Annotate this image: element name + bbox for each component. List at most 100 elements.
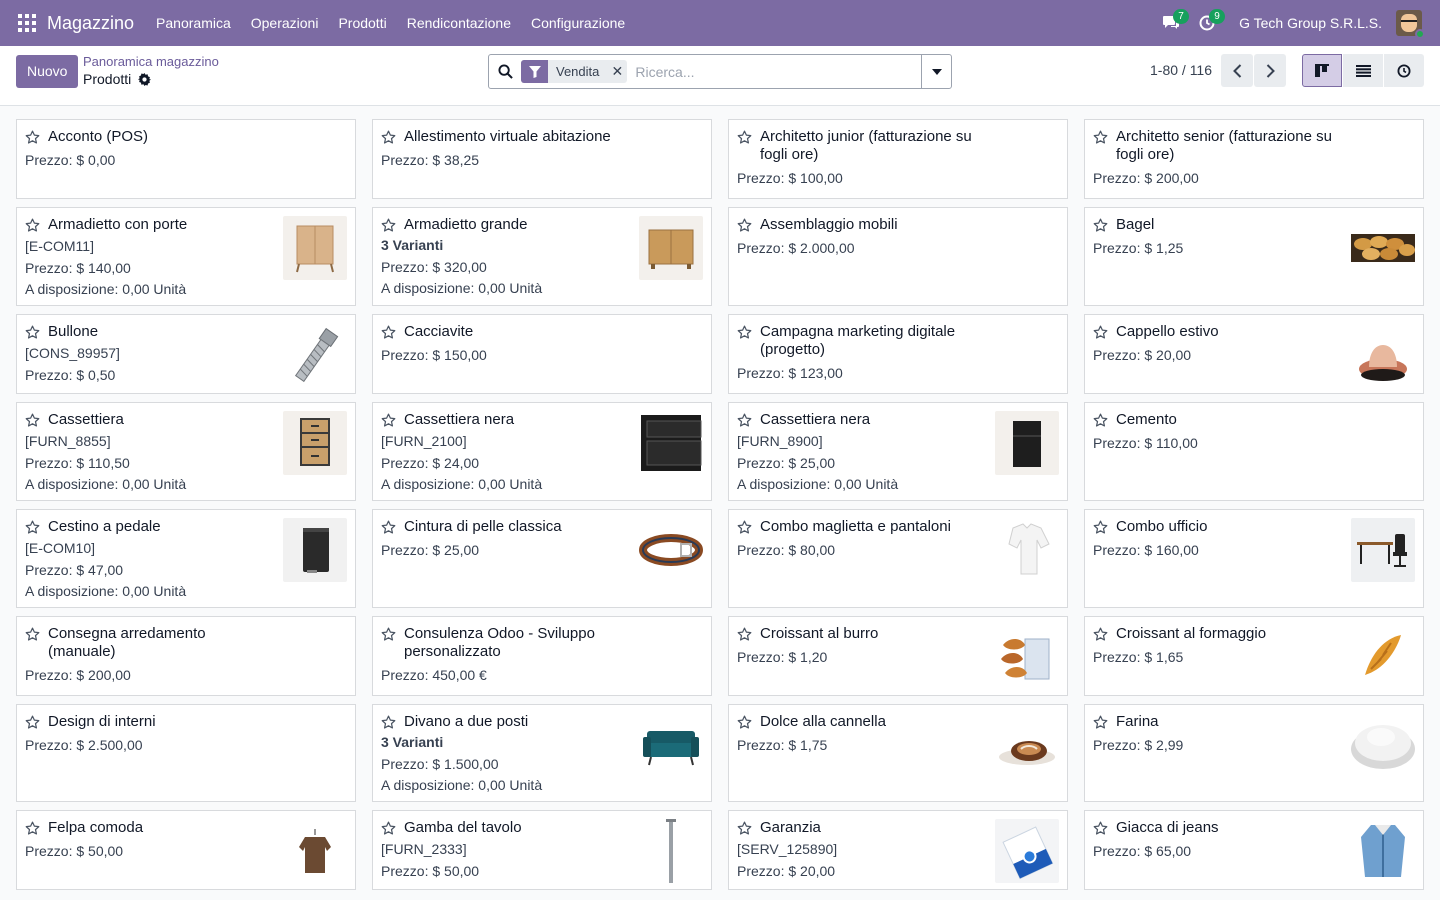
- product-card[interactable]: Armadietto con porte [E-COM11] Prezzo: $ 1…: [16, 207, 356, 306]
- product-image: [283, 411, 347, 475]
- search-options-toggle[interactable]: [921, 55, 951, 88]
- favorite-star-icon[interactable]: [737, 520, 752, 535]
- favorite-star-icon[interactable]: [381, 520, 396, 535]
- product-card[interactable]: Acconto (POS) Prezzo: $ 0,00: [16, 119, 356, 199]
- product-card[interactable]: Cassettiera [FURN_8855] Prezzo: $ 110,50 A …: [16, 402, 356, 501]
- product-card[interactable]: Assemblaggio mobili Prezzo: $ 2.000,00: [728, 207, 1068, 306]
- activity-view-button[interactable]: [1384, 54, 1424, 87]
- product-name: Campagna marketing digitale (progetto): [760, 323, 956, 358]
- favorite-star-icon[interactable]: [25, 325, 40, 340]
- product-availability: A disposizione: 0,00 Unità: [737, 476, 899, 492]
- product-card[interactable]: Consegna arredamento (manuale) Prezzo: $ …: [16, 616, 356, 696]
- kanban-view-button[interactable]: [1302, 54, 1342, 87]
- product-name: Architetto junior (fatturazione su fogli…: [760, 128, 972, 163]
- product-card[interactable]: Dolce alla cannella Prezzo: $ 1,75: [728, 704, 1068, 802]
- activities-count-badge: 9: [1209, 9, 1226, 24]
- product-card[interactable]: Architetto senior (fatturazione su fogli…: [1084, 119, 1424, 199]
- company-switcher[interactable]: G Tech Group S.R.L.S.: [1239, 15, 1382, 31]
- product-image: [639, 411, 703, 475]
- search-icon[interactable]: [489, 55, 521, 88]
- product-card[interactable]: Cacciavite Prezzo: $ 150,00: [372, 314, 712, 394]
- favorite-star-icon[interactable]: [381, 413, 396, 428]
- product-card[interactable]: Cappello estivo Prezzo: $ 20,00: [1084, 314, 1424, 394]
- facet-remove-icon[interactable]: ✕: [607, 60, 627, 83]
- favorite-star-icon[interactable]: [25, 715, 40, 730]
- favorite-star-icon[interactable]: [737, 325, 752, 340]
- search-input[interactable]: [635, 63, 921, 80]
- pager-value[interactable]: 1-80 / 116: [1150, 62, 1212, 78]
- favorite-star-icon[interactable]: [25, 130, 40, 145]
- product-card[interactable]: Cassettiera nera [FURN_2100] Prezzo: $ 24,…: [372, 402, 712, 501]
- favorite-star-icon[interactable]: [1093, 325, 1108, 340]
- favorite-star-icon[interactable]: [381, 218, 396, 233]
- product-card[interactable]: Farina Prezzo: $ 2,99: [1084, 704, 1424, 802]
- new-button[interactable]: Nuovo: [16, 55, 79, 88]
- favorite-star-icon[interactable]: [1093, 413, 1108, 428]
- favorite-star-icon[interactable]: [737, 130, 752, 145]
- favorite-star-icon[interactable]: [1093, 130, 1108, 145]
- product-card[interactable]: Design di interni Prezzo: $ 2.500,00: [16, 704, 356, 802]
- favorite-star-icon[interactable]: [737, 413, 752, 428]
- favorite-star-icon[interactable]: [737, 715, 752, 730]
- breadcrumb-parent-link[interactable]: Panoramica magazzino: [83, 54, 219, 69]
- product-card[interactable]: Felpa comoda Prezzo: $ 50,00: [16, 810, 356, 890]
- favorite-star-icon[interactable]: [1093, 715, 1108, 730]
- product-card[interactable]: Combo maglietta e pantaloni Prezzo: $ 80,…: [728, 509, 1068, 608]
- product-price: Prezzo: $ 100,00: [737, 170, 843, 186]
- favorite-star-icon[interactable]: [381, 821, 396, 836]
- menu-panoramica[interactable]: Panoramica: [146, 0, 241, 46]
- product-card[interactable]: Gamba del tavolo [FURN_2333] Prezzo: $ 50,…: [372, 810, 712, 890]
- favorite-star-icon[interactable]: [737, 821, 752, 836]
- favorite-star-icon[interactable]: [25, 520, 40, 535]
- product-card[interactable]: Armadietto grande 3 Varianti Prezzo: $ 320…: [372, 207, 712, 306]
- product-name: Architetto senior (fatturazione su fogli…: [1116, 128, 1332, 163]
- app-brand[interactable]: Magazzino: [47, 13, 134, 34]
- product-card[interactable]: Cintura di pelle classica Prezzo: $ 25,00: [372, 509, 712, 608]
- product-card[interactable]: Campagna marketing digitale (progetto) Pr…: [728, 314, 1068, 394]
- product-card[interactable]: Bullone [CONS_89957] Prezzo: $ 0,50: [16, 314, 356, 394]
- favorite-star-icon[interactable]: [381, 130, 396, 145]
- favorite-star-icon[interactable]: [381, 715, 396, 730]
- product-card[interactable]: Croissant al burro Prezzo: $ 1,20: [728, 616, 1068, 696]
- product-card[interactable]: Cestino a pedale [E-COM10] Prezzo: $ 47,00…: [16, 509, 356, 608]
- favorite-star-icon[interactable]: [381, 627, 396, 642]
- product-name: Bagel: [1116, 216, 1155, 233]
- gear-icon[interactable]: [138, 72, 152, 86]
- favorite-star-icon[interactable]: [25, 413, 40, 428]
- product-card[interactable]: Allestimento virtuale abitazione Prezzo: …: [372, 119, 712, 199]
- menu-prodotti[interactable]: Prodotti: [328, 0, 396, 46]
- favorite-star-icon[interactable]: [25, 218, 40, 233]
- product-name: Allestimento virtuale abitazione: [404, 128, 611, 145]
- product-card[interactable]: Combo ufficio Prezzo: $ 160,00: [1084, 509, 1424, 608]
- product-card[interactable]: Architetto junior (fatturazione su fogli…: [728, 119, 1068, 199]
- favorite-star-icon[interactable]: [1093, 821, 1108, 836]
- menu-rendicontazione[interactable]: Rendicontazione: [397, 0, 521, 46]
- favorite-star-icon[interactable]: [25, 821, 40, 836]
- favorite-star-icon[interactable]: [1093, 218, 1108, 233]
- product-card[interactable]: Divano a due posti 3 Varianti Prezzo: $ 1.…: [372, 704, 712, 802]
- menu-operazioni[interactable]: Operazioni: [241, 0, 329, 46]
- product-card[interactable]: Cemento Prezzo: $ 110,00: [1084, 402, 1424, 501]
- favorite-star-icon[interactable]: [1093, 627, 1108, 642]
- list-view-button[interactable]: [1343, 54, 1383, 87]
- favorite-star-icon[interactable]: [381, 325, 396, 340]
- product-card[interactable]: Cassettiera nera [FURN_8900] Prezzo: $ 25,…: [728, 402, 1068, 501]
- menu-configurazione[interactable]: Configurazione: [521, 0, 635, 46]
- favorite-star-icon[interactable]: [1093, 520, 1108, 535]
- favorite-star-icon[interactable]: [737, 218, 752, 233]
- product-card[interactable]: Croissant al formaggio Prezzo: $ 1,65: [1084, 616, 1424, 696]
- messages-button[interactable]: 7: [1153, 0, 1190, 46]
- pager-next-button[interactable]: [1254, 54, 1286, 87]
- product-card[interactable]: Bagel Prezzo: $ 1,25: [1084, 207, 1424, 306]
- filter-icon: [521, 60, 548, 83]
- pager-previous-button[interactable]: [1221, 54, 1253, 87]
- activities-button[interactable]: 9: [1189, 0, 1226, 46]
- user-avatar[interactable]: [1396, 10, 1425, 39]
- product-card[interactable]: Garanzia [SERV_125890] Prezzo: $ 20,00: [728, 810, 1068, 890]
- favorite-star-icon[interactable]: [737, 627, 752, 642]
- product-image: [283, 518, 347, 582]
- apps-menu-icon[interactable]: [18, 14, 36, 32]
- product-card[interactable]: Consulenza Odoo - Sviluppo personalizzat…: [372, 616, 712, 696]
- favorite-star-icon[interactable]: [25, 627, 40, 642]
- product-card[interactable]: Giacca di jeans Prezzo: $ 65,00: [1084, 810, 1424, 890]
